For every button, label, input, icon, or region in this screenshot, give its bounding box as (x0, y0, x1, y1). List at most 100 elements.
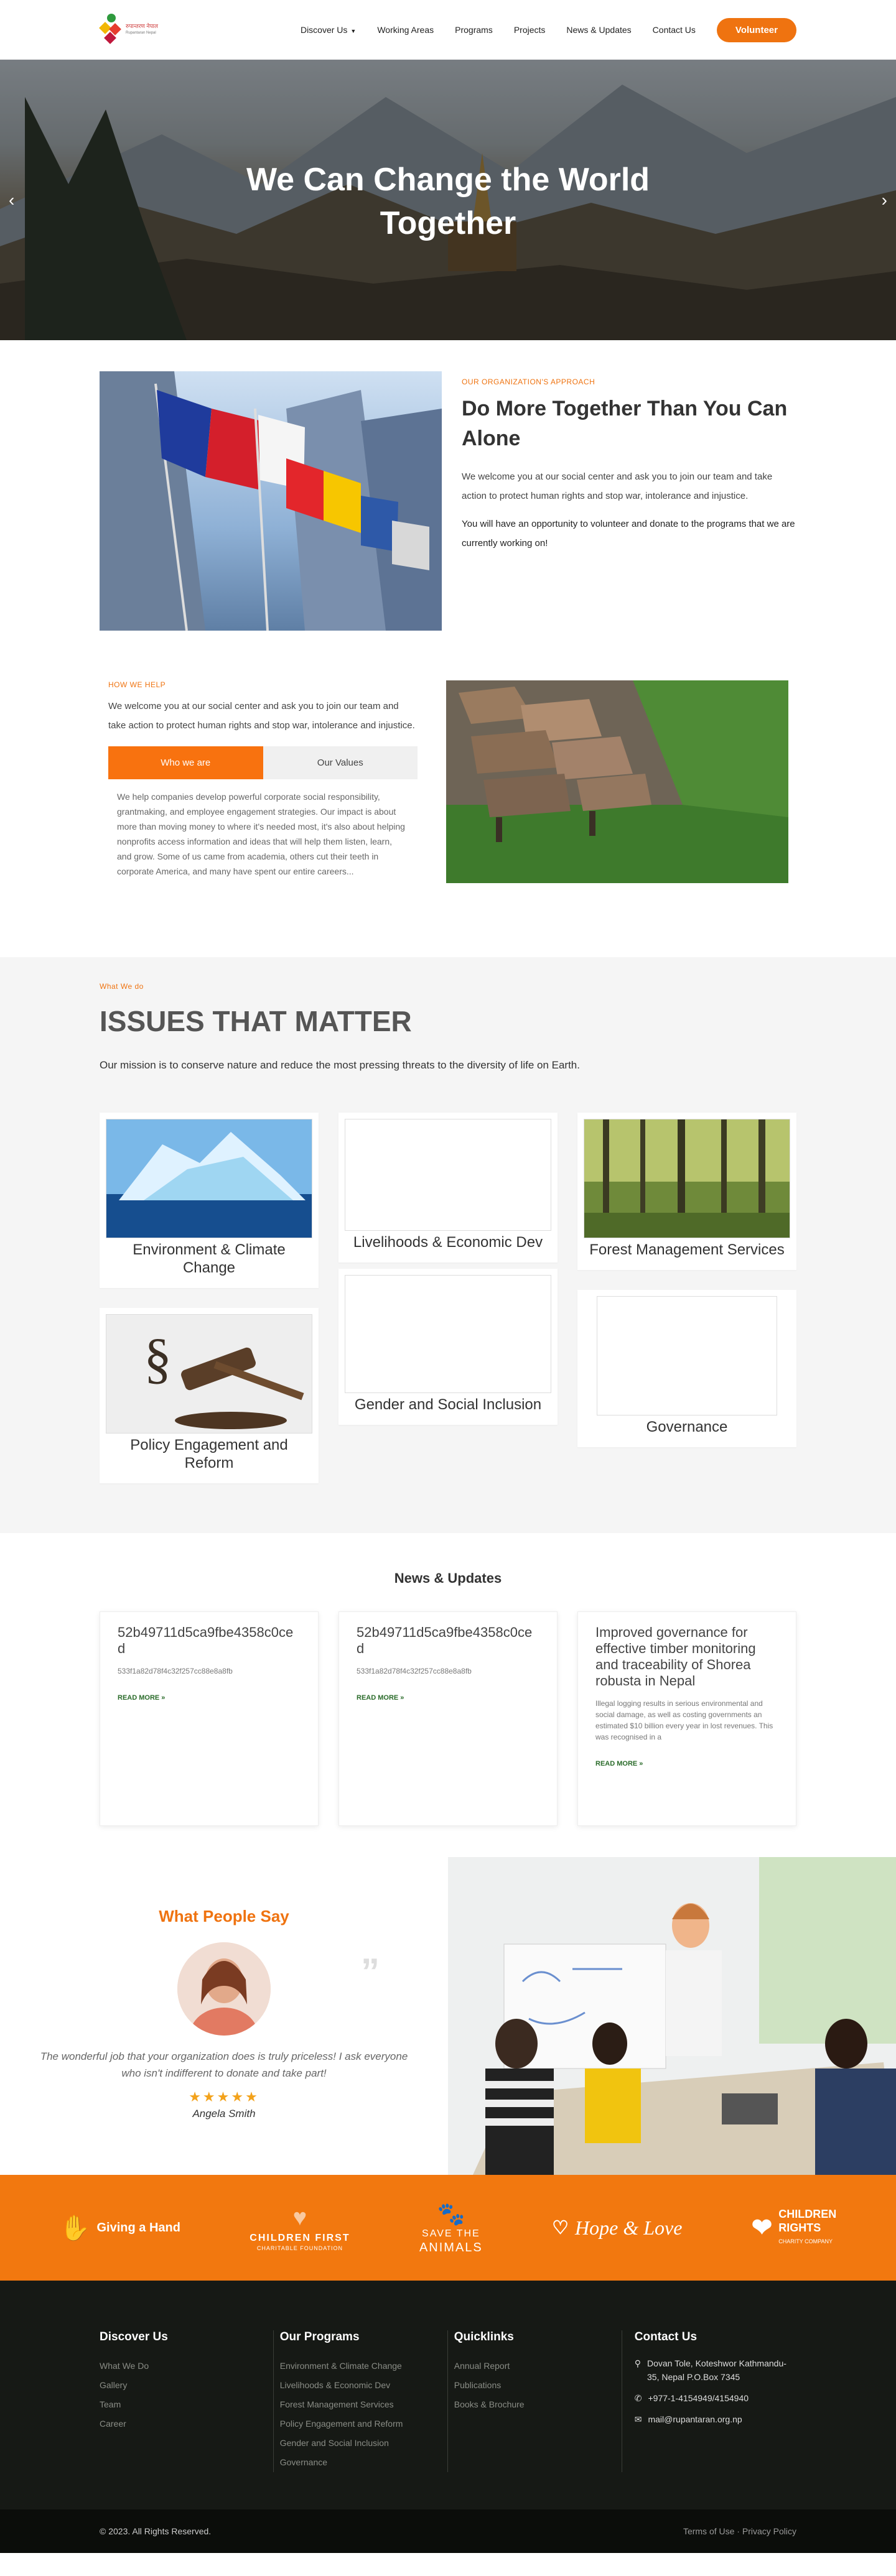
phone-icon: ✆ (634, 2393, 642, 2403)
help-intro: We welcome you at our social center and … (108, 701, 415, 731)
nav-contact-us[interactable]: Contact Us (653, 25, 696, 35)
testimonial-title: What People Say (159, 1907, 289, 1925)
footer-link[interactable]: Annual Report (454, 2356, 615, 2376)
approach-paragraph-2: You will have an opportunity to voluntee… (462, 519, 795, 549)
footer-link[interactable]: Forest Management Services (280, 2395, 441, 2414)
approach-section: OUR ORGANIZATION'S APPROACH Do More Toge… (0, 340, 896, 631)
news-card-excerpt: 533f1a82d78f4c32f257cc88e8a8fb (357, 1667, 472, 1675)
issue-card-title: Governance (646, 1419, 728, 1435)
issue-card-policy[interactable]: § Policy Engagement and Reform (100, 1308, 319, 1483)
approach-title: Do More Together Than You Can Alone (462, 397, 788, 450)
footer-link[interactable]: Career (100, 2414, 267, 2434)
contact-phone[interactable]: +977-1-4154949/4154940 (648, 2391, 749, 2405)
location-pin-icon: ⚲ (634, 2358, 642, 2368)
help-tabs: Who we are Our Values (108, 746, 418, 779)
news-title: News & Updates (394, 1570, 502, 1586)
copyright-text: © 2023. All Rights Reserved. (100, 2526, 212, 2536)
main-nav: Discover Us ▼ Working Areas Programs Proj… (301, 17, 796, 42)
heart-outline-icon: ♡ (552, 2217, 569, 2238)
issue-card-title: Gender and Social Inclusion (354, 1396, 542, 1413)
issue-card-title: Policy Engagement and Reform (130, 1437, 288, 1471)
issue-card-title: Livelihoods & Economic Dev (353, 1234, 543, 1251)
footer-quicklinks: Quicklinks Annual Report Publications Bo… (448, 2330, 622, 2472)
paw-icon: 🐾 (437, 2200, 465, 2226)
read-more-link[interactable]: READ MORE » (118, 1694, 165, 1702)
card-image-placeholder (345, 1119, 551, 1231)
card-image-placeholder (597, 1296, 777, 1415)
site-footer: Discover Us What We Do Gallery Team Care… (0, 2281, 896, 2509)
footer-link[interactable]: Governance (280, 2453, 441, 2472)
copyright-bar: © 2023. All Rights Reserved. Terms of Us… (0, 2509, 896, 2553)
nav-discover-us[interactable]: Discover Us ▼ (301, 25, 356, 35)
logo-subtext: Rupantaran Nepal (126, 31, 156, 35)
partner-logo-hope-love[interactable]: ♡ Hope & Love (552, 2217, 682, 2240)
footer-heading: Our Programs (279, 2330, 360, 2343)
terms-link[interactable]: Terms of Use (683, 2526, 734, 2536)
partner-logo-giving-hand[interactable]: ✋ Giving a Hand (60, 2213, 180, 2243)
issues-title: ISSUES THAT MATTER (100, 1005, 412, 1037)
news-card-title[interactable]: Improved governance for effective timber… (595, 1624, 778, 1689)
issue-card-livelihoods[interactable]: Livelihoods & Economic Dev (338, 1113, 558, 1263)
issue-card-forest[interactable]: Forest Management Services (577, 1113, 796, 1270)
footer-link[interactable]: Environment & Climate Change (280, 2356, 441, 2376)
read-more-link[interactable]: READ MORE » (595, 1760, 643, 1768)
partner-logo-children-first[interactable]: ♥ CHILDREN FIRST CHARITABLE FOUNDATION (250, 2205, 350, 2251)
nav-projects[interactable]: Projects (514, 25, 546, 35)
footer-link[interactable]: Publications (454, 2376, 615, 2395)
testimonial-quote: The wonderful job that your organization… (40, 2050, 408, 2079)
volunteer-button[interactable]: Volunteer (716, 17, 796, 42)
news-card-title[interactable]: 52b49711d5ca9fbe4358c0ced (118, 1624, 301, 1657)
meeting-photo (448, 1857, 896, 2175)
gavel-image: § (106, 1314, 312, 1434)
tab-our-values[interactable]: Our Values (263, 746, 418, 779)
quote-icon: ” (361, 1951, 380, 1993)
flags-image (100, 371, 442, 631)
footer-link[interactable]: Policy Engagement and Reform (280, 2414, 441, 2434)
heart-icon: ♥ (292, 2204, 307, 2231)
privacy-link[interactable]: Privacy Policy (742, 2526, 796, 2536)
news-card: 52b49711d5ca9fbe4358c0ced 533f1a82d78f4c… (338, 1611, 558, 1826)
footer-link[interactable]: Team (100, 2395, 267, 2414)
nav-working-areas[interactable]: Working Areas (377, 25, 434, 35)
approach-paragraph-1: We welcome you at our social center and … (462, 471, 773, 501)
footer-link[interactable]: Books & Brochure (454, 2395, 615, 2414)
news-section: News & Updates 52b49711d5ca9fbe4358c0ced… (0, 1533, 896, 1857)
read-more-link[interactable]: READ MORE » (357, 1694, 404, 1702)
site-logo[interactable]: रुपान्तरण नेपाल Rupantaran Nepal (99, 11, 158, 49)
issues-eyebrow: What We do (100, 982, 144, 991)
footer-heading: Quicklinks (454, 2330, 514, 2343)
iceberg-image (106, 1119, 312, 1238)
footer-link[interactable]: Gallery (100, 2376, 267, 2395)
testimonial-author: Angela Smith (192, 2108, 256, 2120)
footer-heading: Contact Us (634, 2330, 698, 2343)
issue-card-governance[interactable]: Governance (577, 1290, 796, 1447)
footer-link[interactable]: Gender and Social Inclusion (280, 2434, 441, 2453)
news-card-excerpt: Illegal logging results in serious envir… (595, 1699, 773, 1741)
nav-programs[interactable]: Programs (455, 25, 493, 35)
contact-address: Dovan Tole, Koteshwor Kathmandu-35, Nepa… (647, 2358, 786, 2382)
rating-stars-icon: ★★★★★ (189, 2089, 259, 2105)
partner-logo-children-rights[interactable]: ❤ CHILDREN RIGHTS CHARITY COMPANY (752, 2207, 837, 2248)
tab-content: We help companies develop powerful corpo… (117, 792, 405, 876)
issue-card-environment[interactable]: Environment & Climate Change (100, 1113, 319, 1288)
footer-link[interactable]: Livelihoods & Economic Dev (280, 2376, 441, 2395)
avatar (177, 1942, 271, 2036)
news-card-title[interactable]: 52b49711d5ca9fbe4358c0ced (357, 1624, 539, 1657)
testimonial-section: What People Say ” The wonderful job that… (0, 1857, 896, 2175)
contact-email[interactable]: mail@rupantaran.org.np (648, 2412, 742, 2426)
nav-news-updates[interactable]: News & Updates (566, 25, 631, 35)
footer-discover: Discover Us What We Do Gallery Team Care… (100, 2330, 274, 2472)
chevron-down-icon: ▼ (350, 28, 357, 34)
tab-who-we-are[interactable]: Who we are (108, 746, 263, 779)
email-icon: ✉ (634, 2414, 642, 2424)
footer-contact: Contact Us ⚲ Dovan Tole, Koteshwor Kathma… (622, 2330, 796, 2472)
logo-text: रुपान्तरण नेपाल (126, 23, 158, 29)
slider-next-icon[interactable]: › (882, 190, 887, 210)
slider-prev-icon[interactable]: ‹ (9, 190, 14, 210)
issues-section: What We do ISSUES THAT MATTER Our missio… (0, 957, 896, 1533)
issue-card-gender[interactable]: Gender and Social Inclusion (338, 1269, 558, 1425)
partner-logo-save-animals[interactable]: 🐾 SAVE THE ANIMALS (419, 2201, 483, 2255)
footer-heading: Discover Us (100, 2330, 168, 2343)
hand-heart-icon: ❤ (751, 2214, 773, 2241)
footer-link[interactable]: What We Do (100, 2356, 267, 2376)
